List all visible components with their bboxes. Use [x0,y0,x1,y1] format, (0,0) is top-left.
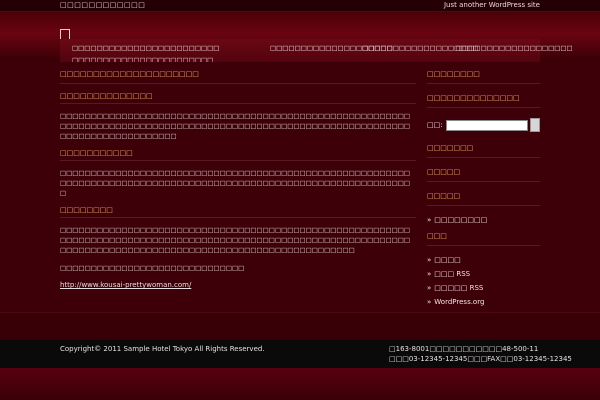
sidebar-heading-4: □□□□□ [427,168,540,182]
list-item[interactable]: » □□□ RSS [427,270,540,278]
footer-divider [0,312,600,340]
section-title-1: □□□□□□□□□□□□□□ [60,92,416,104]
double-chevron-icon: » [427,256,432,264]
sidebar-heading-6: □□□ [427,232,540,246]
search-form: □□: [427,118,540,132]
section-text-3: □□□□□□□□□□□□□□□□□□□□□□□□□□□□□□□□□□□□□□□□… [60,226,411,254]
list-item[interactable]: » □□□□ [427,256,540,264]
contact-address: □163-8001□□□□□□□□□□□48-500-11 □□□03-1234… [389,344,572,364]
copyright-text: Copyright© 2011 Sample Hotel Tokyo All R… [60,345,265,353]
list-item[interactable]: » □□□□□ RSS [427,284,540,292]
sidebar: □□□□□□□□ □□□□□□□□□□□□□□ □□: □□□□□□□ □□□□… [427,70,540,314]
sidebar-list-1: » □□□□□□□□ [427,216,540,224]
sidebar-meta-list: » □□□□ » □□□ RSS » □□□□□ RSS » WordPress.org [427,256,540,306]
section-title-2: □□□□□□□□□□□ [60,149,416,161]
sidebar-heading-2: □□□□□□□□□□□□□□ [427,94,540,108]
double-chevron-icon: » [427,216,432,224]
nav-item-4[interactable]: □□□□□□□□□□□□□□□□□□□ [456,44,573,52]
search-button[interactable] [529,118,540,132]
search-input[interactable] [445,119,528,131]
section-title-3: □□□□□□□□ [60,206,416,218]
list-item[interactable]: » WordPress.org [427,298,540,306]
main-area: □□□□□□□□□□□□□□□□□□□□□ □□□□□□□□□□□□□□ □□□… [0,62,600,312]
list-item[interactable]: » □□□□□□□□ [427,216,540,224]
site-header: □□□□□□□□□□□□□□□□□□□□□□□□ □□□□□□□□□□□□□□□… [0,12,600,69]
site-tagline: Just another WordPress site [443,1,540,9]
double-chevron-icon: » [427,284,432,292]
sidebar-heading-3: □□□□□□□ [427,144,540,158]
double-chevron-icon: » [427,298,432,306]
bottom-band [0,368,600,400]
content-column: □□□□□□□□□□□□□□□□□□□□□ □□□□□□□□□□□□□□ □□□… [60,70,416,289]
nav-item-1[interactable]: □□□□□□□□□□□□□□□□□□□□□□□□ [72,44,219,52]
page-title: □□□□□□□□□□□□□□□□□□□□□ [60,70,416,84]
sidebar-heading-5: □□□□□ [427,192,540,206]
double-chevron-icon: » [427,270,432,278]
section-text-1: □□□□□□□□□□□□□□□□□□□□□□□□□□□□□□□□□□□□□□□□… [60,112,411,140]
address-line-1: □163-8001□□□□□□□□□□□48-500-11 [389,345,539,353]
site-link[interactable]: http://www.kousai-prettywoman.com/ [60,281,416,289]
section-text-2: □□□□□□□□□□□□□□□□□□□□□□□□□□□□□□□□□□□□□□□□… [60,169,411,197]
top-bar: □□□□□□□□□□□□ Just another WordPress site [0,0,600,12]
sidebar-heading-1: □□□□□□□□ [427,70,540,84]
extra-text: □□□□□□□□□□□□□□□□□□□□□□□□□□□□□□ [60,264,245,272]
site-title-small[interactable]: □□□□□□□□□□□□ [60,1,145,9]
search-label: □□: [427,121,443,129]
site-footer: Copyright© 2011 Sample Hotel Tokyo All R… [0,340,600,368]
address-line-2: □□□03-12345-12345□□□FAX□□03-12345-12345 [389,355,572,363]
